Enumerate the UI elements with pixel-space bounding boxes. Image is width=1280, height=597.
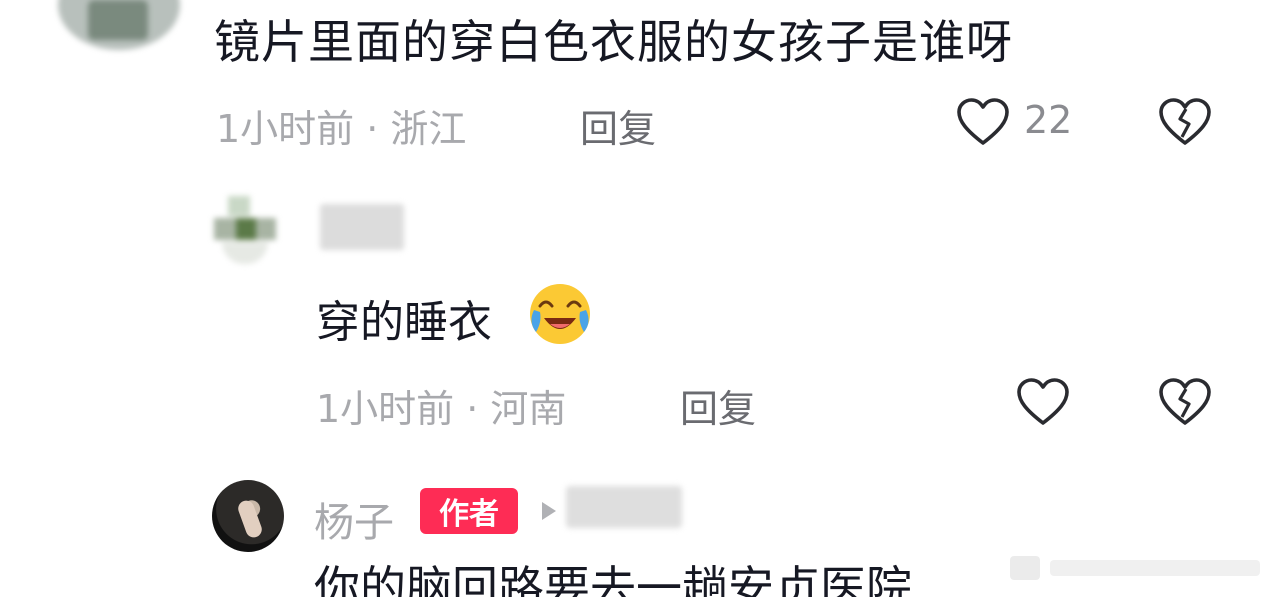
reply-to-arrow-icon (542, 502, 556, 520)
reply-button[interactable]: 回复 (680, 378, 756, 433)
username[interactable] (320, 204, 404, 250)
avatar[interactable] (58, 0, 180, 50)
watermark-logo (1010, 556, 1260, 580)
author-badge: 作者 (420, 488, 518, 534)
comment-text: 穿的睡衣 (316, 297, 492, 348)
comment-text: 镜片里面的穿白色衣服的女孩子是谁呀 (214, 15, 1013, 69)
reply-target-username[interactable] (566, 486, 682, 528)
dislike-broken-heart-icon[interactable] (1158, 377, 1212, 427)
comment-meta: 1小时前 · 河南 (316, 387, 567, 431)
author-name[interactable]: 杨子 (314, 490, 394, 548)
like-heart-icon[interactable] (956, 97, 1010, 147)
comment-text: 你的脑回路要去一趟安贞医院 (314, 561, 912, 597)
comment-meta: 1小时前 · 浙江 (216, 107, 467, 151)
author-avatar[interactable] (212, 480, 284, 552)
reply-button[interactable]: 回复 (580, 98, 656, 153)
avatar[interactable] (214, 196, 276, 268)
like-count: 22 (1024, 98, 1073, 142)
like-heart-icon[interactable] (1016, 377, 1070, 427)
crying-laughing-emoji-icon (530, 284, 590, 344)
dislike-broken-heart-icon[interactable] (1158, 97, 1212, 147)
comment-thread: 镜片里面的穿白色衣服的女孩子是谁呀 1小时前 · 浙江 回复 22 穿的睡衣 1… (0, 0, 1280, 597)
